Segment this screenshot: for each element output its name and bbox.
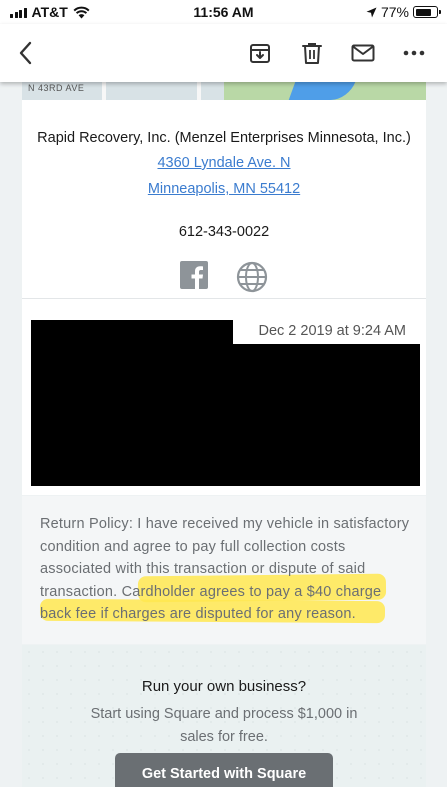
map-road xyxy=(102,82,106,100)
address-line1-link[interactable]: 4360 Lyndale Ave. N xyxy=(22,155,426,171)
receipt-section: Dec 2 2019 at 9:24 AM xyxy=(22,299,426,495)
reply-mail-button[interactable] xyxy=(347,37,379,69)
more-button[interactable] xyxy=(398,37,430,69)
mail-toolbar xyxy=(0,24,447,82)
battery-percent: 77% xyxy=(380,4,409,20)
more-icon xyxy=(403,50,425,56)
merchant-phone[interactable]: 612-343-0022 xyxy=(22,224,426,240)
return-policy-section: Return Policy: I have received my vehicl… xyxy=(22,496,426,644)
location-map[interactable]: N 43RD AVE xyxy=(22,82,426,100)
battery-icon xyxy=(413,6,441,18)
square-promo: Run your own business? Start using Squar… xyxy=(22,645,426,787)
get-started-button[interactable]: Get Started with Square xyxy=(115,753,333,787)
battery-fill xyxy=(415,8,431,16)
status-bar: AT&T 11:56 AM 77% xyxy=(0,0,447,24)
globe-icon[interactable] xyxy=(236,261,268,293)
trash-icon xyxy=(302,43,322,64)
map-street-label: N 43RD AVE xyxy=(28,83,85,93)
map-road xyxy=(197,82,201,100)
merchant-info: Rapid Recovery, Inc. (Menzel Enterprises… xyxy=(22,100,426,298)
back-button[interactable] xyxy=(10,37,42,69)
delete-button[interactable] xyxy=(296,37,328,69)
social-links xyxy=(22,261,426,293)
location-arrow-icon xyxy=(366,7,377,17)
mail-icon xyxy=(351,44,375,62)
archive-icon xyxy=(250,44,270,63)
promo-body: Start using Square and process $1,000 in… xyxy=(90,706,358,745)
merchant-name: Rapid Recovery, Inc. (Menzel Enterprises… xyxy=(37,130,411,146)
back-chevron-icon xyxy=(19,41,32,65)
status-bar-right: 77% xyxy=(366,4,441,20)
email-body[interactable]: N 43RD AVE Rapid Recovery, Inc. (Menzel … xyxy=(0,82,447,787)
return-policy-text: Return Policy: I have received my vehicl… xyxy=(40,516,410,622)
archive-button[interactable] xyxy=(244,37,276,69)
receipt-date: Dec 2 2019 at 9:24 AM xyxy=(258,323,406,339)
facebook-icon[interactable] xyxy=(180,261,208,289)
redacted-block xyxy=(31,344,420,486)
promo-title: Run your own business? xyxy=(141,678,307,695)
address-line2-link[interactable]: Minneapolis, MN 55412 xyxy=(22,181,426,197)
